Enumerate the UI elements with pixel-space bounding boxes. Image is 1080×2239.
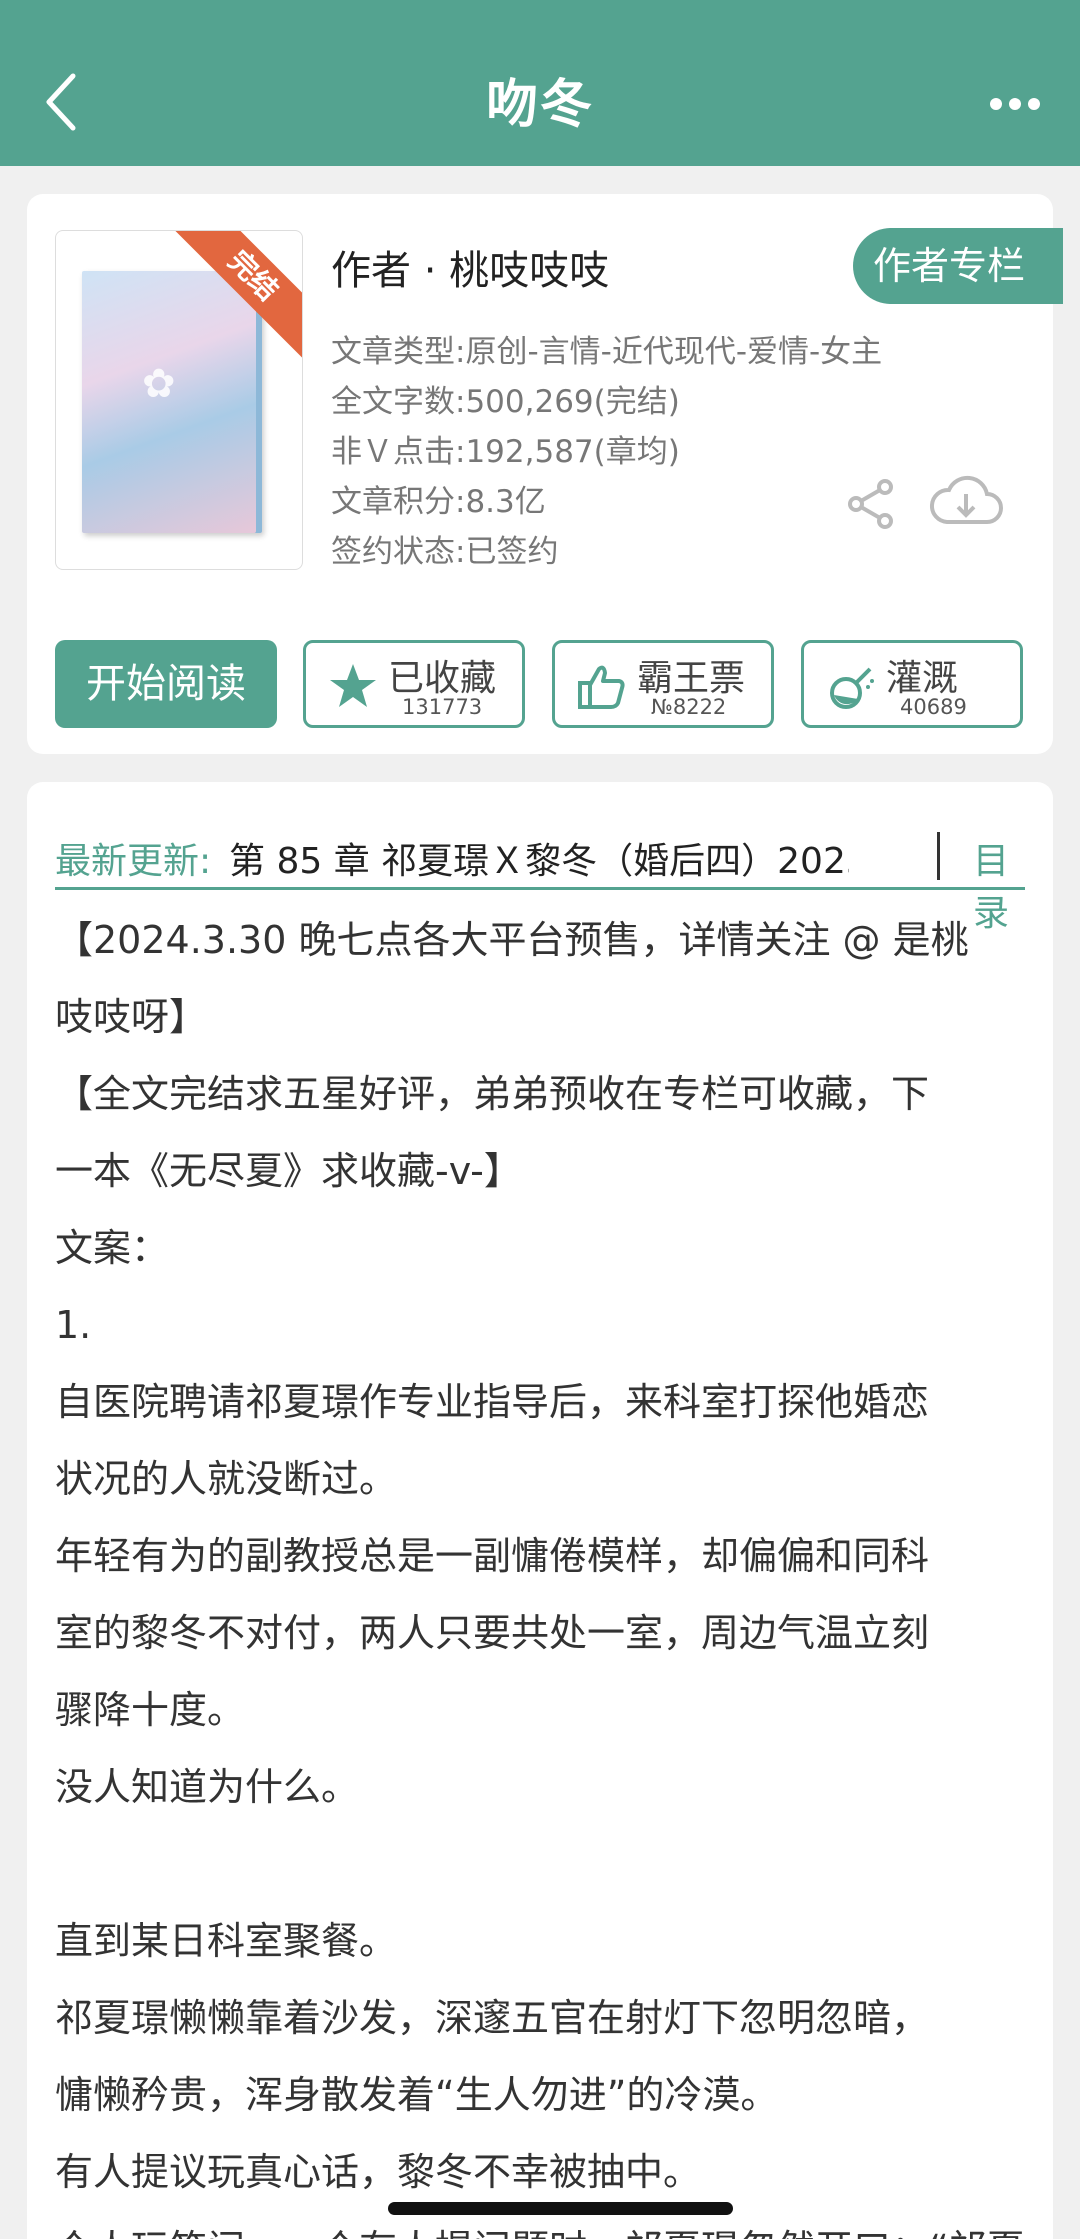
latest-update-bar: 最新更新: 第 85 章 祁夏璟Ｘ黎冬（婚后四）2023 目录 — [55, 810, 1025, 934]
share-icon[interactable] — [847, 478, 895, 530]
latest-chapter-link[interactable]: 第 85 章 祁夏璟Ｘ黎冬（婚后四）2023 — [229, 832, 849, 884]
collect-button[interactable]: 已收藏 131773 — [303, 640, 525, 728]
synopsis-line: 年轻有为的副教授总是一副慵倦模样，却偏偏和同科 — [55, 1534, 930, 1578]
vote-label: 霸王票 — [637, 658, 746, 699]
synopsis-line: 【2024.3.30 晚七点各大平台预售，详情关注 @ 是桃 — [55, 918, 969, 962]
more-button[interactable] — [990, 92, 1040, 116]
cover-art: ✿ — [82, 271, 262, 533]
author-column-button[interactable]: 作者专栏 — [853, 228, 1063, 304]
home-indicator[interactable] — [388, 2202, 733, 2215]
top-bar: 吻冬 — [0, 0, 1080, 166]
synopsis-line: 没人知道为什么。 — [55, 1765, 360, 1809]
synopsis-line: 状况的人就没断过。 — [55, 1457, 398, 1501]
synopsis-line: 直到某日科室聚餐。 — [55, 1919, 398, 1963]
synopsis-line: 1. — [55, 1303, 92, 1347]
meta-sign-status: 签约状态:已签约 — [331, 534, 559, 570]
vote-button[interactable]: 霸王票 №8222 — [552, 640, 774, 728]
synopsis-line: 吱吱呀】 — [55, 995, 208, 1039]
synopsis-line: 文案： — [55, 1226, 170, 1270]
synopsis-text: 【2024.3.30 晚七点各大平台预售，详情关注 @ 是桃 吱吱呀】 【全文完… — [55, 902, 1035, 2239]
water-button[interactable]: 灌溉 40689 — [801, 640, 1023, 728]
star-icon — [330, 664, 376, 707]
collect-label: 已收藏 — [388, 658, 497, 699]
synopsis-card: 最新更新: 第 85 章 祁夏璟Ｘ黎冬（婚后四）2023 目录 【2024.3.… — [27, 782, 1053, 2239]
book-info-card: ✿ 完结 作者 · 桃吱吱吱 作者专栏 文章类型:原创-言情-近代现代-爱情-女… — [27, 194, 1063, 754]
divider — [937, 832, 940, 880]
download-cloud-icon[interactable] — [929, 472, 1003, 532]
synopsis-line: 众人玩笑间，一个有人提问题时，祁夏璟忽然开口：“祁夏 — [55, 2211, 1035, 2239]
water-label: 灌溉 — [886, 658, 959, 699]
meta-clicks: 非Ｖ点击:192,587(章均) — [331, 434, 680, 470]
synopsis-line: 有人提议玩真心话，黎冬不幸被抽中。 — [55, 2150, 702, 2194]
synopsis-line: 自医院聘请祁夏璟作专业指导后，来科室打探他婚恋 — [55, 1380, 930, 1424]
synopsis-line: 祁夏璟懒懒靠着沙发，深邃五官在射灯下忽明忽暗， — [55, 1996, 930, 2040]
latest-update-label: 最新更新: — [55, 841, 212, 882]
collect-count: 131773 — [402, 695, 483, 719]
synopsis-line: 骤降十度。 — [55, 1688, 246, 1732]
meta-genre: 文章类型:原创-言情-近代现代-爱情-女主 — [331, 334, 883, 370]
cover-title-art: ✿ — [142, 361, 176, 407]
thumbs-up-icon — [578, 665, 625, 709]
synopsis-line: 【全文完结求五星好评，弟弟预收在专栏可收藏，下 — [55, 1072, 930, 1116]
page-title: 吻冬 — [485, 75, 594, 135]
more-dots-icon — [990, 98, 1002, 110]
watering-can-icon — [830, 667, 874, 709]
water-count: 40689 — [900, 695, 967, 719]
start-reading-button[interactable]: 开始阅读 — [55, 640, 277, 728]
synopsis-line: 室的黎冬不对付，两人只要共处一室，周边气温立刻 — [55, 1611, 930, 1655]
action-row: 开始阅读 已收藏 131773 霸王票 №8222 灌溉 40689 — [55, 640, 1025, 728]
synopsis-line: 一本《无尽夏》求收藏-v-】 — [55, 1149, 522, 1193]
vote-count: №8222 — [651, 695, 727, 719]
author-name[interactable]: 作者 · 桃吱吱吱 — [331, 238, 609, 296]
meta-score: 文章积分:8.3亿 — [331, 484, 546, 520]
meta-word-count: 全文字数:500,269(完结) — [331, 384, 680, 420]
book-cover[interactable]: ✿ 完结 — [55, 230, 303, 570]
synopsis-line: 慵懒矜贵，浑身散发着“生人勿进”的冷漠。 — [55, 2073, 779, 2117]
synopsis-line — [55, 1826, 1035, 1903]
